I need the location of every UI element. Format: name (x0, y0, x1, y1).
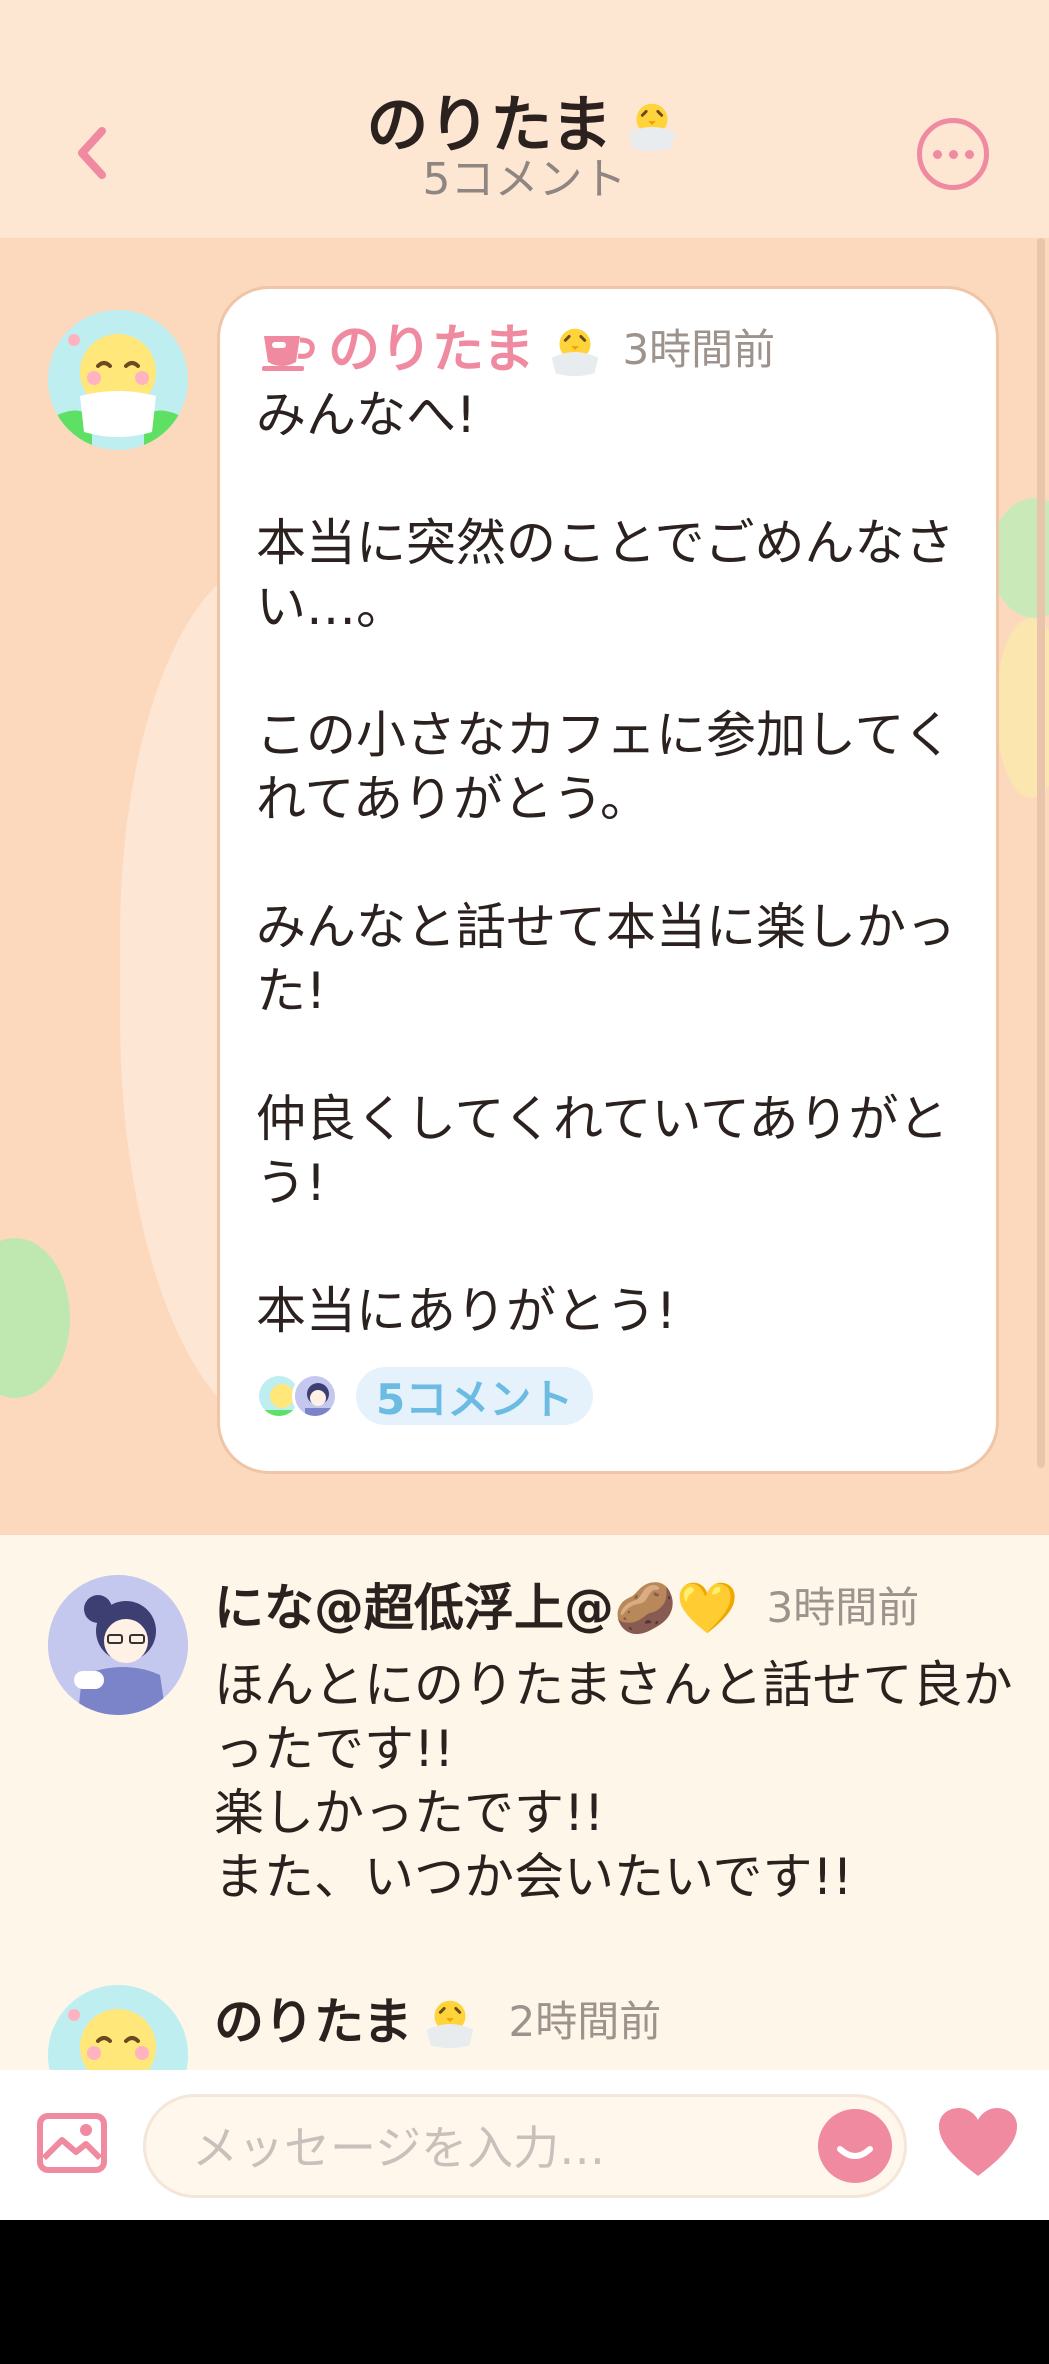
chick-avatar-icon (48, 1985, 188, 2070)
post-author-name[interactable]: のりたま (328, 319, 534, 381)
commenter-avatar[interactable] (48, 1575, 188, 1715)
comment-body: ほんとにのりたまさんと話せて良かったです!! 楽しかったです!! また、いつか会… (214, 1656, 1013, 1906)
image-upload-button[interactable] (36, 2112, 108, 2174)
chick-icon (552, 328, 599, 377)
post-author-avatar[interactable] (48, 310, 188, 450)
commenter-name[interactable]: にな@超低浮上@🥔💛 (214, 1577, 739, 1639)
header: のりたま 5コメント (0, 0, 1049, 238)
background-decoration (0, 1238, 70, 1398)
chick-icon (628, 103, 675, 152)
page-title: のりたま (366, 88, 613, 161)
post-body: みんなへ! 本当に突然のことでごめんなさい…。 この小さなカフェに参加してくれて… (256, 386, 956, 1340)
scrollbar[interactable] (1037, 238, 1045, 1468)
message-input[interactable] (190, 2113, 814, 2183)
post-timestamp: 3時間前 (622, 325, 776, 374)
image-icon (37, 2113, 107, 2173)
comment-list: にな@超低浮上@🥔💛 3時間前 ほんとにのりたまさんと話せて良かったです!! 楽… (0, 1535, 1049, 2070)
comment-count-subtitle: 5コメント (422, 154, 627, 205)
girl-avatar-icon (48, 1575, 188, 1715)
screen: のりたま 5コメント のりたま 3時間前 みんなへ! 本当に突然のことでごめんな… (0, 0, 1049, 2220)
heart-icon (939, 2108, 1017, 2176)
cup-icon (262, 336, 315, 371)
commenter-name[interactable]: のりたま (214, 1991, 413, 2053)
more-options-button[interactable] (917, 118, 989, 190)
commenter-avatar[interactable] (48, 1985, 188, 2070)
chick-icon (426, 2000, 473, 2049)
message-input-bar (0, 2070, 1049, 2220)
message-field (143, 2094, 907, 2198)
chick-avatar-icon (48, 310, 188, 450)
comment-timestamp: 3時間前 (766, 1583, 920, 1632)
smile-icon (837, 2146, 873, 2159)
emoji-button[interactable] (818, 2109, 892, 2183)
post-area: のりたま 3時間前 みんなへ! 本当に突然のことでごめんなさい…。 この小さなカ… (0, 238, 1049, 1535)
comment-timestamp: 2時間前 (508, 1997, 662, 2046)
like-button[interactable] (937, 2106, 1019, 2180)
comment-count-button[interactable]: 5コメント (356, 1367, 594, 1425)
commenter-avatar (292, 1373, 338, 1419)
post-bubble: のりたま 3時間前 みんなへ! 本当に突然のことでごめんなさい…。 この小さなカ… (217, 286, 999, 1474)
more-icon (932, 149, 942, 159)
